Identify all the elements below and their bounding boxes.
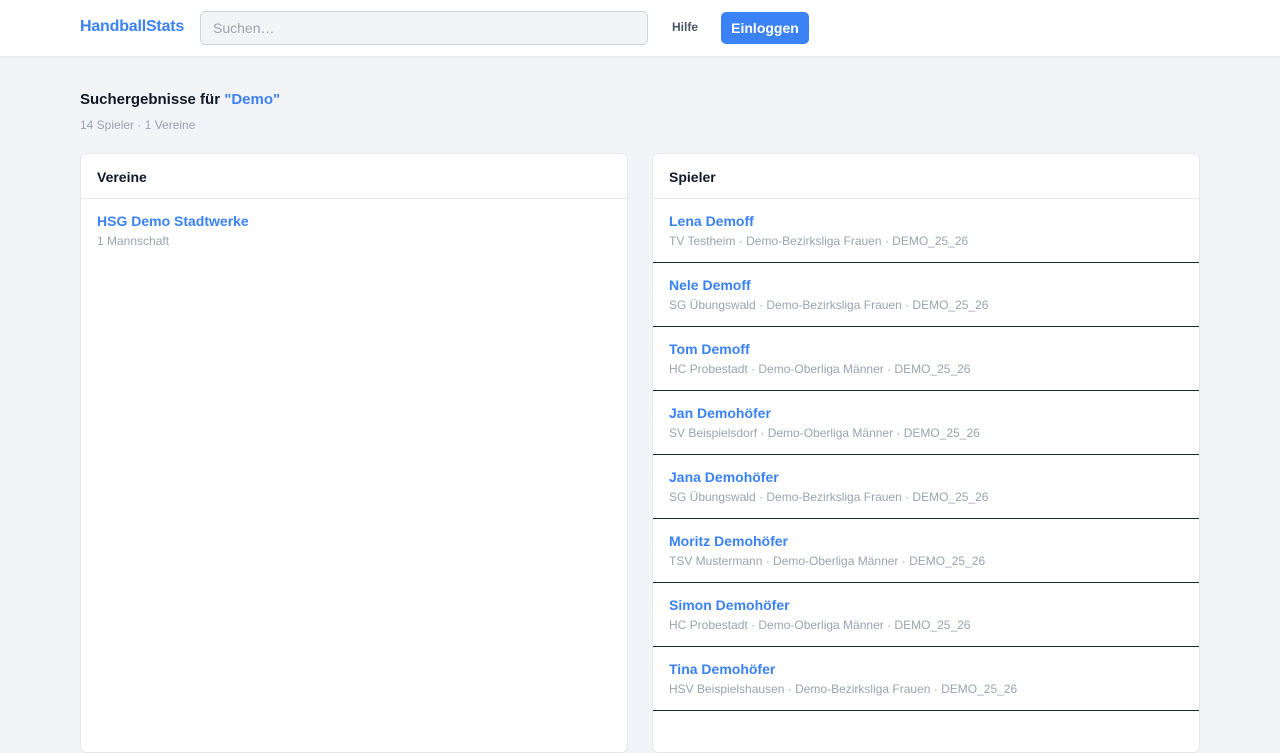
brand-logo-link[interactable]: HandballStats <box>80 18 184 36</box>
search-input[interactable] <box>200 11 648 45</box>
spieler-name-link[interactable]: Jan Demohöfer <box>669 405 1183 421</box>
results-title: Suchergebnisse für "Demo" <box>80 91 280 108</box>
spieler-meta: HSV Beispielshausen · Demo-Bezirksliga F… <box>669 682 1018 696</box>
spieler-name-link[interactable]: Jana Demohöfer <box>669 469 1183 485</box>
results-count: 14 Spieler · 1 Vereine <box>80 118 196 132</box>
spieler-list-item: Tom Demoff HC Probestadt · Demo-Oberliga… <box>653 327 1199 391</box>
spieler-list-item: Lena Demoff TV Testheim · Demo-Bezirksli… <box>653 199 1199 263</box>
spieler-list-item: Simon Demohöfer HC Probestadt · Demo-Obe… <box>653 583 1199 647</box>
spieler-meta: TV Testheim · Demo-Bezirksliga Frauen · … <box>669 234 969 248</box>
spieler-list-item: Jan Demohöfer SV Beispielsdorf · Demo-Ob… <box>653 391 1199 455</box>
spieler-name-link[interactable]: Nele Demoff <box>669 277 1183 293</box>
results-query: "Demo" <box>224 91 281 108</box>
verein-list-item: HSG Demo Stadtwerke 1 Mannschaft <box>81 199 627 263</box>
spieler-meta: HC Probestadt · Demo-Oberliga Männer · D… <box>669 362 971 376</box>
vereine-card: Vereine HSG Demo Stadtwerke 1 Mannschaft <box>80 153 628 753</box>
top-navigation-bar: HandballStats Hilfe Einloggen <box>0 0 1280 57</box>
spieler-meta: SG Übungswald · Demo-Bezirksliga Frauen … <box>669 490 989 504</box>
spieler-meta: TSV Mustermann · Demo-Oberliga Männer · … <box>669 554 986 568</box>
verein-meta: 1 Mannschaft <box>97 234 170 248</box>
spieler-card: Spieler Lena Demoff TV Testheim · Demo-B… <box>652 153 1200 753</box>
results-title-prefix: Suchergebnisse für <box>80 91 225 108</box>
login-button[interactable]: Einloggen <box>721 12 809 44</box>
spieler-name-link[interactable]: Simon Demohöfer <box>669 597 1183 613</box>
spieler-meta: HC Probestadt · Demo-Oberliga Männer · D… <box>669 618 971 632</box>
spieler-list-item: Moritz Demohöfer TSV Mustermann · Demo-O… <box>653 519 1199 583</box>
spieler-name-link[interactable]: Tom Demoff <box>669 341 1183 357</box>
help-link[interactable]: Hilfe <box>672 20 698 34</box>
spieler-card-title: Spieler <box>653 154 1199 199</box>
spieler-list-item: Jana Demohöfer SG Übungswald · Demo-Bezi… <box>653 455 1199 519</box>
verein-name-link[interactable]: HSG Demo Stadtwerke <box>97 213 611 229</box>
spieler-name-link[interactable]: Lena Demoff <box>669 213 1183 229</box>
vereine-card-title: Vereine <box>81 154 627 199</box>
spieler-meta: SG Übungswald · Demo-Bezirksliga Frauen … <box>669 298 989 312</box>
spieler-list-item: Nele Demoff SG Übungswald · Demo-Bezirks… <box>653 263 1199 327</box>
spieler-name-link[interactable]: Tina Demohöfer <box>669 661 1183 677</box>
spieler-list-item: Tina Demohöfer HSV Beispielshausen · Dem… <box>653 647 1199 711</box>
spieler-name-link[interactable]: Moritz Demohöfer <box>669 533 1183 549</box>
search-container <box>200 11 648 45</box>
spieler-meta: SV Beispielsdorf · Demo-Oberliga Männer … <box>669 426 980 440</box>
